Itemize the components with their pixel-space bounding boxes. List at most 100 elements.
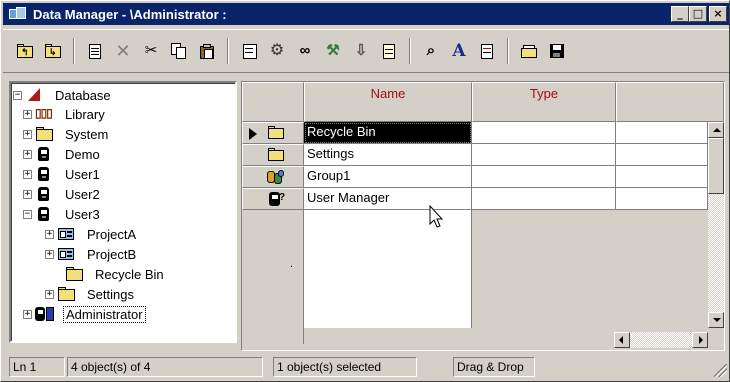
object-grid[interactable]: . Name Type Recycle Bin Settings Group1 … [241,81,725,351]
column-header-empty [616,82,724,122]
arrow-up-icon [713,128,721,132]
project-icon [57,226,77,242]
cut-button[interactable]: ✂ [139,39,163,63]
settings-button[interactable]: ⚙ [265,39,289,63]
save-icon [548,43,566,59]
tools-button[interactable]: ⚒ [321,39,345,63]
library-icon: ▯▯▯ [35,106,53,120]
cell-name[interactable]: Group1 [304,166,472,188]
tree-item-recycle-bin[interactable]: Recycle Bin [65,264,166,284]
close-button[interactable]: × [709,6,727,22]
tools-icon: ⚒ [326,42,340,59]
toolbar: ↰ ↳ ✕ ✂ ⚙ ∞ ⚒ ⇩ ⌕ A [3,29,729,73]
scroll-track[interactable] [630,332,692,348]
cell-empty[interactable] [616,166,708,188]
tree-view[interactable]: − Database + ▯▯▯ Library + System + Demo… [9,81,237,343]
current-row-arrow-icon [249,128,257,140]
export-button[interactable] [377,39,401,63]
expand-toggle[interactable]: + [23,149,32,159]
expand-toggle[interactable]: + [23,309,32,319]
collapse-toggle[interactable]: − [13,90,22,100]
minimize-button[interactable]: _ [671,6,689,22]
tree-item-user1[interactable]: + User1 [23,164,102,184]
tree-item-user3[interactable]: − User3 [23,204,102,224]
cell-empty[interactable] [616,188,708,210]
tree-item-user2[interactable]: + User2 [23,184,102,204]
tree-item-system[interactable]: + System [23,124,110,144]
expand-toggle[interactable]: + [23,109,32,119]
folder-down-button[interactable]: ↳ [41,39,65,63]
scroll-right-button[interactable] [692,332,708,348]
link-button[interactable]: ∞ [293,39,317,63]
edit-button[interactable] [475,39,499,63]
import-button[interactable]: ⇩ [349,39,373,63]
arrow-left-icon [619,336,623,344]
tree-item-demo[interactable]: + Demo [23,144,102,164]
properties-button[interactable] [237,39,261,63]
tree-item-administrator[interactable]: + Administrator [23,304,146,324]
scroll-up-button[interactable] [708,122,724,138]
folder-icon [57,286,77,302]
row-header-dot: . [290,258,294,270]
font-icon: A [452,41,466,61]
project-icon [57,246,77,262]
column-header-name[interactable]: Name [304,82,472,122]
cell-name[interactable]: Settings [304,144,472,166]
save-button[interactable] [545,39,569,63]
new-button[interactable] [83,39,107,63]
tree-item-settings[interactable]: + Settings [45,284,136,304]
row-header[interactable]: ? [242,188,304,210]
tree-item-projectb[interactable]: + ProjectB [45,244,138,264]
open-button[interactable] [517,39,541,63]
expand-toggle[interactable]: + [23,129,32,139]
scroll-left-button[interactable] [614,332,630,348]
tree-item-projecta[interactable]: + ProjectA [45,224,138,244]
find-button[interactable]: ⌕ [419,39,443,63]
folder-up-button[interactable]: ↰ [13,39,37,63]
edit-icon [478,43,496,59]
user-icon [35,166,55,182]
cell-empty[interactable] [616,144,708,166]
scroll-thumb[interactable] [708,138,724,194]
delete-button[interactable]: ✕ [111,39,135,63]
find-icon: ⌕ [426,42,436,59]
row-header[interactable] [242,122,304,144]
expand-toggle[interactable]: + [23,189,32,199]
tree-item-library[interactable]: + ▯▯▯ Library [23,104,107,124]
title-bar[interactable]: Data Manager - \Administrator : _ □ × [3,3,729,25]
folder-icon [267,148,285,162]
expand-toggle[interactable]: + [45,229,54,239]
database-icon [25,87,45,103]
expand-toggle[interactable]: + [45,289,54,299]
user-icon [35,146,55,162]
cut-icon: ✂ [144,42,158,59]
row-header[interactable] [242,144,304,166]
horizontal-scrollbar[interactable] [614,332,708,348]
maximize-button[interactable]: □ [689,6,707,22]
cell-empty[interactable] [616,122,708,144]
toolbar-separator [409,38,411,64]
cell-name[interactable]: Recycle Bin [304,122,472,144]
resize-grip-icon[interactable] [714,364,727,377]
data-manager-window: Data Manager - \Administrator : _ □ × ↰ … [0,0,730,382]
expand-toggle[interactable]: + [23,169,32,179]
cell-type[interactable] [472,144,616,166]
expand-toggle[interactable]: + [45,249,54,259]
mouse-cursor-icon [429,205,444,228]
cell-type[interactable] [472,188,616,210]
copy-button[interactable] [167,39,191,63]
paste-button[interactable] [195,39,219,63]
scroll-track[interactable] [708,194,724,312]
folder-down-icon: ↳ [44,43,62,59]
delete-icon: ✕ [115,41,131,61]
collapse-toggle[interactable]: − [23,209,32,219]
vertical-scrollbar[interactable] [708,122,724,328]
tree-item-database[interactable]: − Database [13,85,113,105]
cell-type[interactable] [472,122,616,144]
row-header[interactable] [242,166,304,188]
cell-type[interactable] [472,166,616,188]
font-button[interactable]: A [447,39,471,63]
column-header-type[interactable]: Type [472,82,616,122]
admin-icon [35,306,55,322]
scroll-down-button[interactable] [708,312,724,328]
